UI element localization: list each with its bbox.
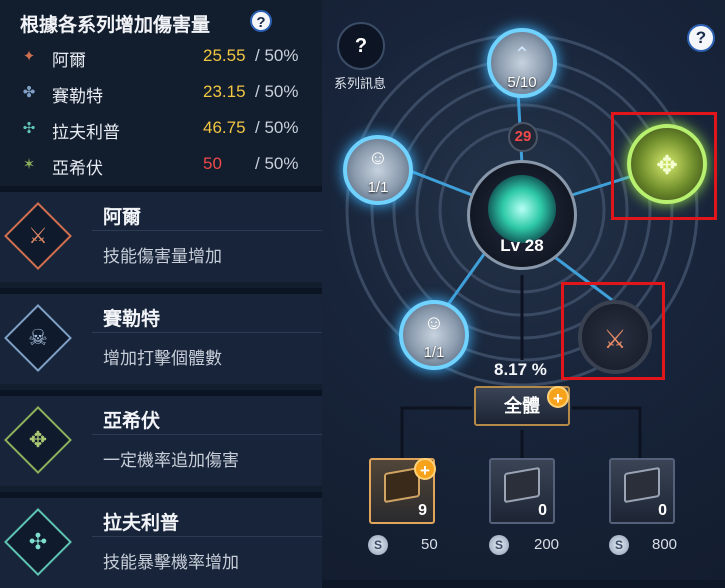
all-plus-icon[interactable]: + bbox=[547, 386, 569, 408]
al-icon: ✦ bbox=[22, 48, 36, 65]
coin-icon: S bbox=[609, 535, 629, 555]
stat-row-laflip: ✣ 拉夫利普 46.75 / 50% bbox=[20, 117, 310, 142]
node-progress: 1/1 bbox=[367, 179, 389, 196]
node-progress: 5/10 bbox=[507, 74, 537, 91]
divider bbox=[92, 536, 322, 537]
divider bbox=[92, 434, 322, 435]
branch-left bbox=[400, 406, 472, 460]
core-node[interactable]: Lv 28 bbox=[467, 160, 577, 270]
damage-percent: 8.17 % bbox=[494, 360, 547, 379]
skill-node-left-top[interactable]: ☺ 1/1 bbox=[343, 135, 413, 205]
skill-name: 亞希伏 bbox=[103, 411, 161, 432]
selet-icon: ✤ bbox=[22, 84, 36, 101]
stat-row-ashif: ✶ 亞希伏 50 / 50% bbox=[20, 153, 310, 178]
skill-card-selet[interactable]: ☠ 賽勒特 增加打擊個體數 bbox=[0, 288, 322, 384]
head-icon: ☺ bbox=[423, 312, 445, 334]
highlight-box-bottom-right bbox=[561, 282, 665, 380]
item-slot-2[interactable]: 0 bbox=[489, 458, 555, 524]
skill-node-top[interactable]: ⌃ 5/10 bbox=[487, 28, 557, 98]
stat-name: 亞希伏 bbox=[52, 159, 103, 178]
skill-card-ashif[interactable]: ✥ 亞希伏 一定機率追加傷害 bbox=[0, 390, 322, 486]
all-button-label: 全體 bbox=[504, 396, 540, 416]
stat-value: 50 bbox=[203, 154, 222, 173]
ashif-icon: ✶ bbox=[22, 156, 36, 173]
sword-icon: ⚔ bbox=[28, 223, 48, 248]
series-info-button[interactable]: ? bbox=[337, 22, 385, 70]
stat-row-al: ✦ 阿爾 25.55 / 50% bbox=[20, 45, 310, 70]
stat-value: 25.55 bbox=[203, 46, 246, 65]
stat-name: 阿爾 bbox=[52, 51, 86, 70]
head-icon: ☺ bbox=[367, 147, 389, 169]
skill-name: 賽勒特 bbox=[103, 309, 161, 330]
item-cost: 800 bbox=[652, 536, 678, 553]
stat-max: / 50% bbox=[255, 118, 299, 137]
coin-icon: S bbox=[489, 535, 509, 555]
skill-node-left-bottom[interactable]: ☺ 1/1 bbox=[399, 300, 469, 370]
skull-icon: ☠ bbox=[28, 325, 48, 350]
stats-title: 根據各系列增加傷害量 bbox=[20, 15, 211, 36]
item-count: 0 bbox=[658, 502, 667, 519]
skill-card-laflip[interactable]: ✣ 拉夫利普 技能暴擊機率增加 bbox=[0, 492, 322, 588]
book-icon bbox=[504, 466, 540, 504]
swirl-icon: ✣ bbox=[28, 529, 48, 554]
stat-max: / 50% bbox=[255, 46, 299, 65]
stat-value: 46.75 bbox=[203, 118, 246, 137]
item-count: 9 bbox=[418, 502, 427, 519]
stat-value: 23.15 bbox=[203, 82, 246, 101]
help-button[interactable]: ? bbox=[687, 24, 715, 52]
branch-right bbox=[572, 406, 642, 460]
series-info-label: 系列訊息 bbox=[334, 76, 387, 91]
point-count-badge: 29 bbox=[508, 122, 538, 152]
stat-name: 賽勒特 bbox=[52, 87, 103, 106]
skill-desc: 技能暴擊機率增加 bbox=[103, 553, 239, 572]
stat-row-selet: ✤ 賽勒特 23.15 / 50% bbox=[20, 81, 310, 106]
skill-card-al[interactable]: ⚔ 阿爾 技能傷害量增加 bbox=[0, 186, 322, 282]
highlight-box-top-right bbox=[611, 112, 717, 220]
coin-icon: S bbox=[368, 535, 388, 555]
stat-name: 拉夫利普 bbox=[52, 123, 120, 142]
divider bbox=[92, 332, 322, 333]
vortex-icon bbox=[488, 175, 556, 243]
skill-desc: 技能傷害量增加 bbox=[103, 247, 222, 266]
cross-icon: ✥ bbox=[28, 427, 48, 452]
skill-desc: 一定機率追加傷害 bbox=[103, 451, 239, 470]
divider bbox=[92, 230, 322, 231]
series-panel: 根據各系列增加傷害量 ? ✦ 阿爾 25.55 / 50% ✤ 賽勒特 23.1… bbox=[0, 0, 322, 588]
skill-name: 阿爾 bbox=[103, 207, 142, 228]
stat-max: / 50% bbox=[255, 154, 299, 173]
skill-name: 拉夫利普 bbox=[103, 513, 180, 534]
node-progress: 1/1 bbox=[423, 344, 445, 361]
item-count: 0 bbox=[538, 502, 547, 519]
item-slot-3[interactable]: 0 bbox=[609, 458, 675, 524]
skill-desc: 增加打擊個體數 bbox=[103, 349, 222, 368]
chevron-up-icon: ⌃ bbox=[513, 44, 531, 66]
item-cost: 50 bbox=[421, 536, 438, 553]
stats-help-button[interactable]: ? bbox=[250, 10, 272, 32]
laflip-icon: ✣ bbox=[22, 120, 36, 137]
stat-max: / 50% bbox=[255, 82, 299, 101]
item-plus-icon[interactable]: + bbox=[414, 458, 436, 480]
book-icon bbox=[624, 466, 660, 504]
core-level: Lv 28 bbox=[500, 236, 544, 255]
item-cost: 200 bbox=[534, 536, 560, 553]
